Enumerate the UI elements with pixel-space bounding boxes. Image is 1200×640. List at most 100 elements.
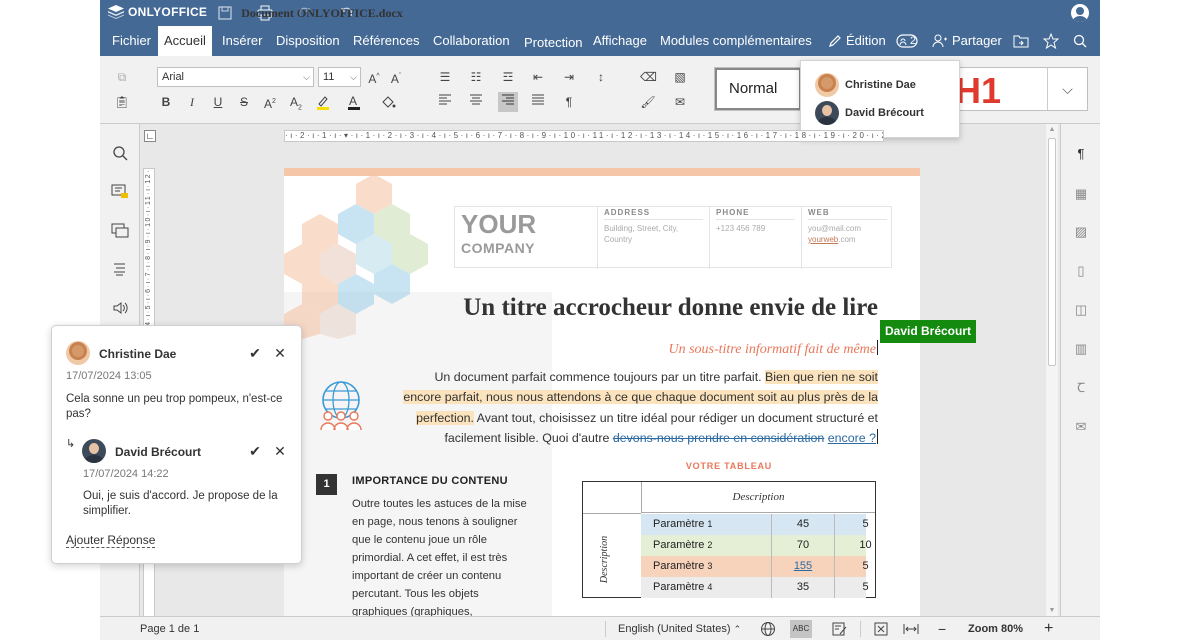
comment-text[interactable]: Cela sonne un peu trop pompeux, n'est-ce… bbox=[66, 392, 286, 422]
tracked-insertion[interactable]: encore ? bbox=[828, 431, 876, 445]
language-select[interactable]: English (United States) ⌃ bbox=[618, 617, 741, 640]
justify-icon[interactable] bbox=[530, 94, 546, 110]
align-left-icon[interactable] bbox=[437, 94, 453, 110]
strikethrough-icon[interactable]: S bbox=[236, 94, 252, 110]
user-avatar-icon[interactable] bbox=[1071, 4, 1089, 22]
styles-expand-icon[interactable]: ⌵ bbox=[1047, 68, 1087, 110]
superscript-icon[interactable]: A2 bbox=[262, 94, 278, 111]
share-button[interactable]: Partager bbox=[932, 26, 1002, 56]
copy-icon[interactable]: ⧉ bbox=[114, 69, 130, 85]
table-row[interactable]: Paramètre 2 70 10 bbox=[641, 535, 872, 556]
horizontal-ruler[interactable]: ·ı·2·ı·1·ı·▾·ı·1·ı·2·ı·3·ı·4·ı·5·ı·6·ı·7… bbox=[284, 130, 884, 142]
resolve-check-icon[interactable]: ✔ bbox=[248, 444, 262, 458]
underline-icon[interactable]: U bbox=[210, 94, 226, 110]
bullets-icon[interactable]: ☰ bbox=[437, 69, 453, 85]
spellcheck-icon[interactable]: ABC bbox=[790, 620, 812, 638]
zoom-level[interactable]: Zoom 80% bbox=[968, 617, 1023, 640]
tab-inserer[interactable]: Insérer bbox=[216, 26, 268, 56]
tracked-deletion[interactable]: devons-nous prendre en considération bbox=[613, 431, 824, 445]
zoom-in-icon[interactable]: + bbox=[1044, 617, 1053, 640]
reply-text[interactable]: Oui, je suis d'accord. Je propose de la … bbox=[83, 489, 293, 519]
document-heading[interactable]: Un titre accrocheur donne envie de lire bbox=[434, 294, 878, 322]
nonprinting-chars-icon[interactable]: ¶ bbox=[561, 94, 577, 110]
vertical-scrollbar[interactable]: ▲ ▼ bbox=[1046, 124, 1058, 616]
edit-mode-button[interactable]: Édition bbox=[828, 26, 886, 56]
bold-icon[interactable]: B bbox=[158, 94, 174, 110]
textart-settings-icon[interactable]: Ꞇ bbox=[1073, 380, 1089, 396]
tab-disposition[interactable]: Disposition bbox=[270, 26, 346, 56]
speaker-icon[interactable] bbox=[111, 301, 129, 319]
resolve-check-icon[interactable]: ✔ bbox=[248, 346, 262, 360]
track-changes-icon[interactable] bbox=[832, 617, 848, 640]
align-center-icon[interactable] bbox=[468, 94, 484, 110]
table-caption[interactable]: VOTRE TABLEAU bbox=[582, 461, 876, 471]
mail-merge-settings-icon[interactable]: ✉ bbox=[1073, 419, 1089, 435]
color-scheme-icon[interactable]: ▧ bbox=[672, 69, 688, 85]
paragraph-settings-icon[interactable]: ¶ bbox=[1073, 146, 1089, 162]
font-name-select[interactable]: Arial ⌵ bbox=[157, 67, 314, 87]
search-icon[interactable] bbox=[1073, 26, 1087, 56]
image-settings-icon[interactable]: ▨ bbox=[1073, 224, 1089, 240]
coauthor-item[interactable]: Christine Dae bbox=[815, 73, 916, 97]
multilevel-list-icon[interactable]: ☲ bbox=[500, 69, 516, 85]
section-paragraph[interactable]: Outre toutes les astuces de la mise en p… bbox=[352, 495, 530, 621]
shading-icon[interactable] bbox=[380, 94, 396, 110]
tab-stop-selector[interactable]: ∟ bbox=[144, 130, 156, 142]
page-indicator[interactable]: Page 1 de 1 bbox=[140, 617, 199, 640]
search-icon[interactable] bbox=[111, 145, 129, 163]
tab-affichage[interactable]: Affichage bbox=[587, 26, 653, 56]
tab-references[interactable]: Références bbox=[347, 26, 425, 56]
align-right-icon[interactable] bbox=[498, 92, 518, 112]
increase-indent-icon[interactable]: ⇥ bbox=[561, 69, 577, 85]
clear-style-icon[interactable]: ⌫ bbox=[640, 69, 657, 85]
delete-close-icon[interactable]: ✕ bbox=[273, 346, 287, 360]
table-row[interactable]: Paramètre 1 45 5 bbox=[641, 514, 869, 535]
line-spacing-icon[interactable]: ↕ bbox=[593, 69, 609, 85]
paste-icon[interactable]: 📋︎ bbox=[114, 94, 130, 110]
tab-accueil[interactable]: Accueil bbox=[158, 26, 212, 56]
scroll-up-icon[interactable]: ▲ bbox=[1048, 126, 1056, 133]
copy-style-icon[interactable]: 🖌︎ bbox=[640, 94, 656, 110]
decrease-indent-icon[interactable]: ⇤ bbox=[530, 69, 546, 85]
tab-protection[interactable]: Protection bbox=[518, 28, 589, 58]
data-table[interactable]: Description Description Paramètre 1 45 5 Pa… bbox=[582, 481, 876, 598]
zoom-out-icon[interactable]: − bbox=[938, 617, 946, 640]
subscript-icon[interactable]: A2 bbox=[288, 94, 304, 111]
company-header-block[interactable]: YOUR COMPANY ADDRESS Building, Street, C… bbox=[454, 206, 892, 269]
scroll-down-icon[interactable]: ▼ bbox=[1048, 607, 1056, 614]
open-location-icon[interactable] bbox=[1013, 26, 1029, 56]
shape-settings-icon[interactable]: ◫ bbox=[1073, 302, 1089, 318]
tab-modules[interactable]: Modules complémentaires bbox=[654, 26, 818, 56]
table-settings-icon[interactable]: ▦ bbox=[1073, 186, 1089, 202]
style-normal[interactable]: Normal bbox=[715, 68, 801, 110]
favorite-star-icon[interactable] bbox=[1043, 26, 1059, 56]
fit-page-icon[interactable] bbox=[874, 617, 888, 640]
table-row[interactable]: Paramètre 3 155 5 bbox=[641, 556, 869, 577]
numbering-icon[interactable]: ☷ bbox=[468, 69, 484, 85]
tab-fichier[interactable]: Fichier bbox=[106, 26, 157, 56]
chat-icon[interactable] bbox=[111, 223, 129, 241]
mail-merge-icon[interactable]: ✉ bbox=[672, 94, 688, 110]
decrease-font-icon[interactable]: Aˇ bbox=[388, 69, 404, 86]
web-site-link[interactable]: yourweb bbox=[808, 235, 838, 244]
fit-width-icon[interactable] bbox=[903, 617, 919, 640]
comments-icon[interactable] bbox=[111, 184, 129, 202]
italic-icon[interactable]: I bbox=[184, 94, 200, 110]
font-color-icon[interactable]: A bbox=[346, 94, 362, 110]
font-size-select[interactable]: 11 ⌵ bbox=[318, 67, 361, 87]
add-reply-link[interactable]: Ajouter Réponse bbox=[66, 533, 156, 548]
style-h1[interactable]: H1 bbox=[955, 70, 1001, 112]
navigation-icon[interactable] bbox=[111, 262, 129, 280]
delete-close-icon[interactable]: ✕ bbox=[273, 444, 287, 458]
coauthor-item[interactable]: David Brécourt bbox=[815, 101, 924, 125]
scrollbar-thumb[interactable] bbox=[1048, 138, 1056, 366]
coauthors-button[interactable]: 2 bbox=[896, 26, 918, 56]
tab-collaboration[interactable]: Collaboration bbox=[427, 26, 516, 56]
document-subtitle[interactable]: Un sous-titre informatif fait de même bbox=[434, 340, 878, 358]
globe-language-icon[interactable] bbox=[760, 617, 776, 640]
table-row[interactable]: Paramètre 4 35 5 bbox=[641, 577, 869, 598]
increase-font-icon[interactable]: A^ bbox=[366, 69, 382, 86]
section-title[interactable]: IMPORTANCE DU CONTENU bbox=[352, 475, 508, 487]
highlight-color-icon[interactable] bbox=[315, 94, 331, 110]
intro-paragraph[interactable]: Un document parfait commence toujours pa… bbox=[394, 367, 878, 449]
